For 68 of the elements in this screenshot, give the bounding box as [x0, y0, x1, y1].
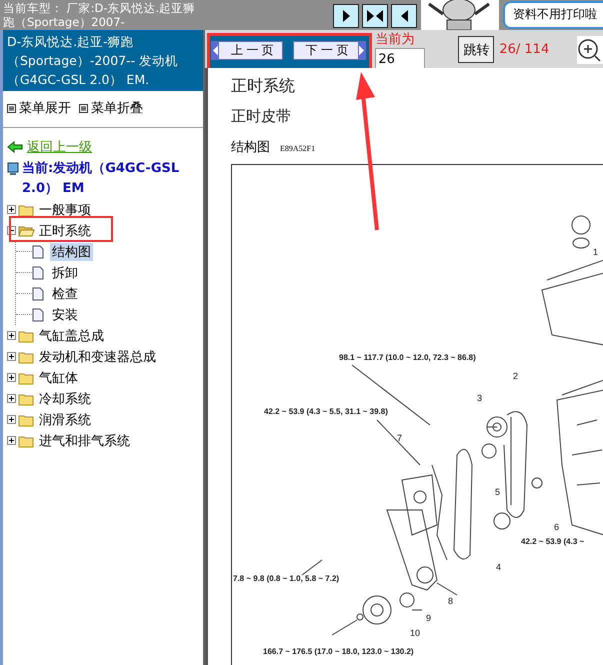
page-number-field[interactable]: 26	[375, 48, 426, 70]
list-icon	[79, 104, 88, 112]
jump-button[interactable]: 跳转	[458, 36, 494, 63]
tree-item[interactable]: 进气和排气系统	[39, 432, 130, 450]
tree-item[interactable]: 安装	[50, 306, 80, 324]
tree-item[interactable]: 气缸盖总成	[39, 326, 104, 344]
zoom-in-button[interactable]	[577, 36, 603, 64]
tree-item[interactable]: 一般事项	[39, 200, 91, 218]
torque-label: 166.7 ~ 176.5 (17.0 ~ 18.0, 123.0 ~ 130.2)	[263, 647, 414, 656]
torque-label: 42.2 ~ 53.9 (4.3 ~	[521, 537, 584, 546]
tree-item[interactable]: 正时系统	[39, 222, 91, 240]
model-title: D-东风悦达.起亚-狮跑（Sportage）-2007-- 发动机（G4GC-GSL 2.0） EM.	[3, 30, 203, 91]
tree-item[interactable]: 气缸体	[39, 368, 78, 386]
next-page-button[interactable]: 下 一 页	[292, 40, 366, 60]
folder-icon	[18, 202, 35, 216]
arrow-left-icon	[400, 10, 408, 22]
page-label: 当前为	[375, 31, 416, 48]
speech-bubble: 资料不用打印啦	[503, 1, 603, 29]
part-number: 8	[448, 596, 454, 606]
folder-icon	[18, 328, 35, 342]
folder-icon	[18, 350, 35, 364]
back-arrow-icon	[7, 141, 23, 153]
page-icon	[32, 266, 44, 280]
part-number: 1	[593, 247, 598, 257]
page-icon	[32, 244, 44, 258]
menu-action-link[interactable]: 菜单展开	[7, 99, 71, 117]
tree-item[interactable]: 检查	[50, 284, 80, 302]
arrows-inward-icon	[367, 10, 383, 22]
frame-toggle-button[interactable]	[391, 4, 417, 28]
arrow-right-icon	[342, 10, 350, 22]
part-number: 9	[426, 613, 432, 623]
folder-icon	[18, 412, 35, 426]
open-folder-icon	[18, 224, 35, 238]
menu-action-link[interactable]: 菜单折叠	[79, 99, 143, 117]
part-number: 5	[495, 487, 500, 497]
figure-code: E89A52F1	[280, 144, 316, 153]
part-number: 6	[554, 522, 560, 532]
page-icon	[32, 286, 44, 300]
computer-icon	[7, 162, 19, 176]
tree-item[interactable]: 发动机和变速器总成	[39, 348, 156, 366]
tree-item[interactable]: 拆卸	[50, 264, 80, 282]
frame-toggle-button[interactable]	[362, 4, 388, 28]
part-number: 10	[410, 628, 420, 638]
folder-icon	[18, 370, 35, 384]
torque-label: 98.1 ~ 117.7 (10.0 ~ 12.0, 72.3 ~ 86.8)	[339, 353, 476, 362]
zoom-in-icon	[577, 38, 601, 62]
tree-item[interactable]: 结构图	[50, 242, 93, 260]
previous-page-button[interactable]: 上 一 页	[211, 40, 283, 60]
page-count: 26/ 114	[499, 42, 550, 57]
list-icon	[7, 104, 16, 112]
tree-item[interactable]: 冷却系统	[39, 390, 91, 408]
part-number: 4	[496, 562, 502, 572]
torque-label: 42.2 ~ 53.9 (4.3 ~ 5.5, 31.1 ~ 39.8)	[264, 407, 388, 416]
document-heading: 正时系统	[231, 76, 296, 96]
tree-item[interactable]: 润滑系统	[39, 410, 91, 428]
figure-title: 结构图	[231, 139, 270, 156]
torque-label: 7.8 ~ 9.8 (0.8 ~ 1.0, 5.8 ~ 7.2)	[233, 574, 340, 583]
back-link[interactable]: 返回上一级	[7, 138, 92, 156]
document-subheading: 正时皮带	[231, 106, 292, 126]
car-model-text: 当前车型： 厂家:D-东风悦达.起亚狮跑（Sportage）2007-	[2, 0, 196, 29]
part-number: 3	[477, 393, 482, 403]
folder-icon	[18, 392, 35, 406]
current-section-label: 当前:发动机（G4GC-GSL 2.0） EM	[22, 160, 180, 198]
folder-icon	[18, 434, 35, 448]
page-icon	[32, 308, 44, 322]
part-number: 7	[397, 433, 402, 443]
frame-toggle-button[interactable]	[333, 4, 359, 28]
part-number: 2	[513, 371, 518, 381]
